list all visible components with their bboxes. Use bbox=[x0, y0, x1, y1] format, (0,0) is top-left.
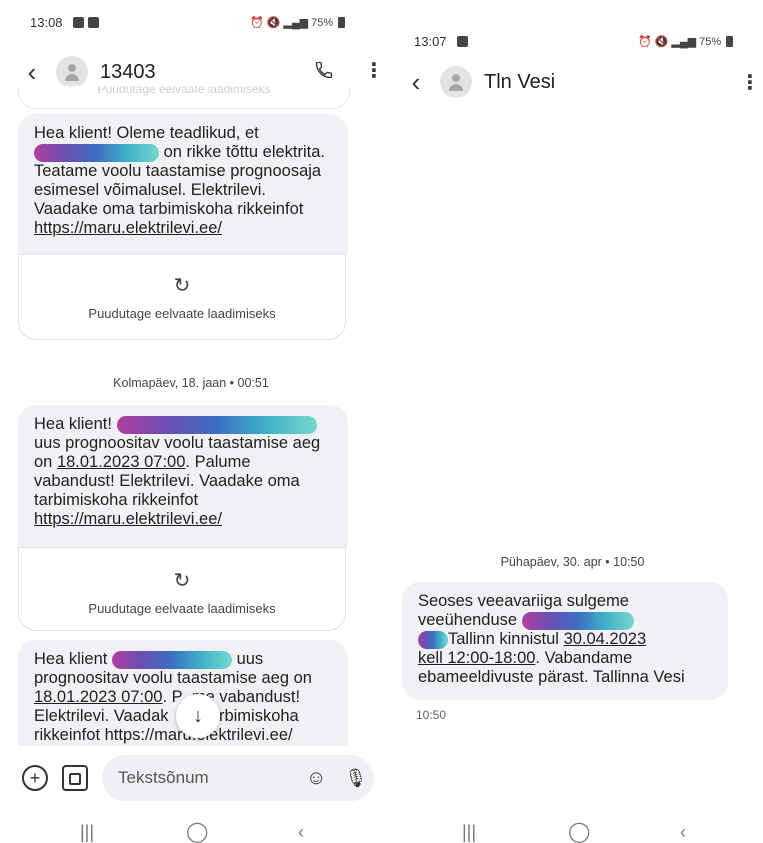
message-bubble[interactable]: Hea klient! uus prognoositav voolu taast… bbox=[18, 405, 348, 547]
refresh-icon[interactable]: ↻ bbox=[19, 568, 345, 593]
message-text: on rikke tõttu bbox=[163, 143, 259, 161]
right-screenshot: 13:07 ⏰ 🔇 ▂▄▆ 75% ‹ Tln Vesi ⋮ Pühapäev,… bbox=[382, 0, 763, 843]
signal-icon: ▂▄▆ bbox=[671, 36, 697, 48]
redacted-text bbox=[521, 611, 634, 630]
link-preview-card[interactable]: ↻ Puudutage eelvaate laadimiseks bbox=[18, 547, 346, 631]
kebab-menu-icon[interactable]: ⋮ bbox=[364, 58, 382, 83]
preview-text: Puudutage eelvaate laadimiseks bbox=[88, 306, 276, 321]
recent-apps-icon[interactable]: ||| bbox=[462, 822, 476, 843]
message-link[interactable]: https://maru.elektrilevi.ee/ bbox=[34, 510, 222, 528]
message-text: Hea klient bbox=[34, 650, 108, 668]
message-text: Elektrilevi. Vaadak bbox=[34, 707, 169, 725]
time-link[interactable]: kell 12:00-18:00 bbox=[418, 649, 535, 667]
phone-icon[interactable] bbox=[314, 60, 334, 80]
signal-icon: ▂▄▆ bbox=[283, 17, 309, 29]
home-icon[interactable]: ◯ bbox=[186, 819, 208, 843]
battery-percent: 75% bbox=[699, 35, 722, 48]
message-text: Hea klient! Oleme teadlikud, et bbox=[34, 124, 259, 142]
arrow-down-icon[interactable]: ↓ bbox=[176, 694, 220, 738]
message-link[interactable]: https://maru.elektrilevi.ee/ bbox=[34, 219, 222, 237]
mic-icon[interactable]: 🎙 bbox=[344, 768, 367, 789]
notification-icon bbox=[72, 16, 84, 28]
contact-title[interactable]: 13403 bbox=[100, 61, 156, 84]
emoji-icon[interactable]: ☺ bbox=[306, 767, 326, 790]
avatar[interactable] bbox=[56, 56, 88, 88]
previous-preview-card: Puudutage eelvaate laadimiseks bbox=[18, 86, 350, 109]
back-arrow-icon[interactable]: ‹ bbox=[20, 57, 44, 88]
status-bar: 13:08 bbox=[30, 12, 99, 32]
message-text: uus bbox=[236, 650, 264, 668]
avatar[interactable] bbox=[440, 66, 472, 98]
message-text: rikkeinfot https://maru.elektrilevi.ee/ bbox=[34, 726, 293, 744]
message-text: Tallinn kinnistul bbox=[448, 630, 564, 648]
contact-title[interactable]: Tln Vesi bbox=[484, 71, 555, 94]
mute-icon: 🔇 bbox=[266, 17, 281, 29]
plus-circle-icon[interactable]: + bbox=[22, 765, 48, 791]
message-bubble[interactable]: Hea klient! Oleme teadlikud, et on rikke… bbox=[18, 114, 348, 254]
back-nav-icon[interactable]: ‹ bbox=[680, 822, 686, 843]
message-input[interactable] bbox=[116, 767, 290, 789]
message-text: Hea klient! bbox=[34, 415, 112, 433]
redacted-text bbox=[111, 650, 232, 669]
notification-icon bbox=[456, 35, 468, 47]
link-preview-card[interactable]: ↻ Puudutage eelvaate laadimiseks bbox=[18, 254, 346, 340]
app-bar: ‹ Tln Vesi bbox=[404, 62, 555, 102]
alarm-icon: ⏰ bbox=[250, 17, 264, 29]
system-nav-bar: ||| ◯ ‹ bbox=[382, 819, 763, 843]
home-icon[interactable]: ◯ bbox=[568, 819, 590, 843]
left-screenshot: 13:08 ⏰ 🔇 ▂▄▆ 75% ‹ 13403 ⋮ Puudutage ee… bbox=[0, 0, 382, 843]
message-input-container: ☺ 🎙 bbox=[102, 755, 374, 801]
gallery-icon[interactable] bbox=[62, 765, 88, 791]
date-separator: Pühapäev, 30. apr • 10:50 bbox=[500, 555, 645, 569]
back-nav-icon[interactable]: ‹ bbox=[298, 822, 304, 843]
message-bubble[interactable]: Seoses veeavariiga sulgeme veeühenduse T… bbox=[402, 582, 728, 700]
status-icons: ⏰ 🔇 ▂▄▆ 75% bbox=[638, 35, 734, 48]
composer-bar: + ☺ 🎙 bbox=[22, 755, 374, 801]
date-separator: Kolmapäev, 18. jaan • 00:51 bbox=[113, 376, 269, 390]
preview-text: Puudutage eelvaate laadimiseks bbox=[88, 601, 276, 616]
status-time: 13:08 bbox=[30, 14, 63, 30]
back-arrow-icon[interactable]: ‹ bbox=[404, 67, 428, 98]
battery-percent: 75% bbox=[311, 16, 334, 29]
system-nav-bar: ||| ◯ ‹ bbox=[0, 819, 382, 843]
recent-apps-icon[interactable]: ||| bbox=[80, 822, 94, 843]
date-link[interactable]: 18.01.2023 07:00 bbox=[34, 688, 162, 706]
mute-icon: 🔇 bbox=[654, 36, 669, 48]
message-timestamp: 10:50 bbox=[416, 708, 447, 722]
status-time: 13:07 bbox=[414, 33, 447, 49]
redacted-text bbox=[418, 630, 448, 649]
date-link[interactable]: 30.04.2023 bbox=[564, 630, 647, 648]
notification-icon bbox=[87, 16, 99, 28]
message-text: prognoositav voolu taastamise aeg on bbox=[34, 669, 312, 687]
refresh-icon[interactable]: ↻ bbox=[19, 273, 345, 298]
battery-icon bbox=[338, 17, 346, 28]
battery-icon bbox=[726, 36, 734, 47]
alarm-icon: ⏰ bbox=[638, 36, 652, 48]
redacted-text bbox=[116, 415, 317, 434]
kebab-menu-icon[interactable]: ⋮ bbox=[740, 70, 760, 95]
status-icons: ⏰ 🔇 ▂▄▆ 75% bbox=[250, 16, 346, 29]
redacted-text bbox=[34, 143, 159, 162]
date-link[interactable]: 18.01.2023 07:00 bbox=[57, 453, 185, 471]
preview-text: Puudutage eelvaate laadimiseks bbox=[97, 86, 271, 96]
status-bar: 13:07 bbox=[414, 31, 468, 51]
